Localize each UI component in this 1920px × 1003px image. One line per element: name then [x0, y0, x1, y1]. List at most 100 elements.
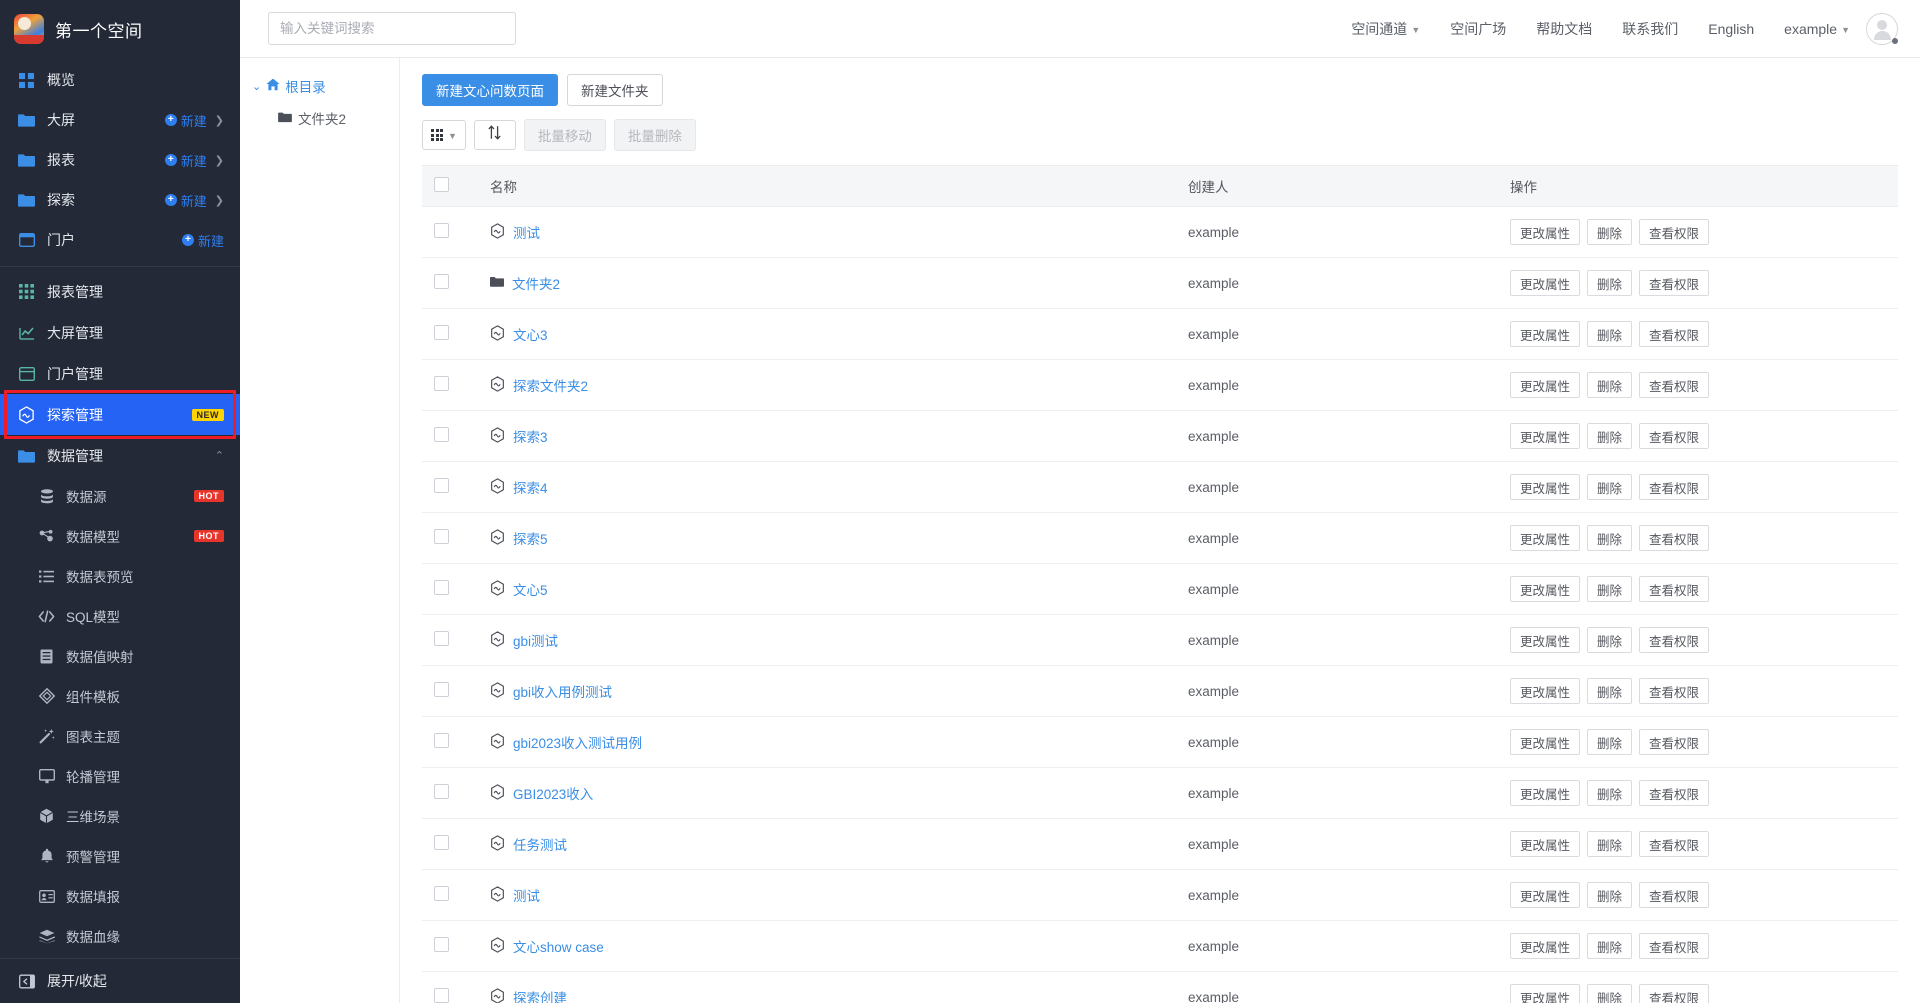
- view-permissions-button[interactable]: 查看权限: [1639, 270, 1710, 296]
- select-all-checkbox[interactable]: [434, 177, 449, 192]
- sidebar-subitem-valuemapping[interactable]: 数据值映射: [0, 636, 240, 676]
- sidebar-create-explore[interactable]: + 新建: [164, 191, 207, 210]
- change-properties-button[interactable]: 更改属性: [1510, 627, 1581, 653]
- sidebar-item-explore[interactable]: 探索 + 新建 ❯: [0, 180, 240, 220]
- resource-name-link[interactable]: gbi2023收入测试用例: [513, 732, 642, 752]
- view-permissions-button[interactable]: 查看权限: [1639, 321, 1710, 347]
- sidebar-item-bigscreen[interactable]: 大屏 + 新建 ❯: [0, 100, 240, 140]
- sidebar-item-portal[interactable]: 门户 + 新建: [0, 220, 240, 260]
- resource-name-link[interactable]: 探索5: [513, 528, 548, 548]
- sidebar-subitem-3dscene[interactable]: 三维场景: [0, 796, 240, 836]
- row-checkbox[interactable]: [434, 376, 449, 391]
- view-permissions-button[interactable]: 查看权限: [1639, 678, 1710, 704]
- resource-name-link[interactable]: 文心show case: [513, 936, 604, 956]
- create-wenxin-page-button[interactable]: 新建文心问数页面: [422, 74, 558, 106]
- delete-button[interactable]: 删除: [1587, 984, 1633, 1003]
- row-checkbox[interactable]: [434, 886, 449, 901]
- row-checkbox[interactable]: [434, 580, 449, 595]
- change-properties-button[interactable]: 更改属性: [1510, 882, 1581, 908]
- batch-delete-button[interactable]: 批量删除: [613, 119, 696, 151]
- delete-button[interactable]: 删除: [1587, 882, 1633, 908]
- change-properties-button[interactable]: 更改属性: [1510, 933, 1581, 959]
- delete-button[interactable]: 删除: [1587, 678, 1633, 704]
- delete-button[interactable]: 删除: [1587, 474, 1633, 500]
- delete-button[interactable]: 删除: [1587, 423, 1633, 449]
- sidebar-item-report[interactable]: 报表 + 新建 ❯: [0, 140, 240, 180]
- resource-name-link[interactable]: 探索创建: [513, 987, 567, 1003]
- view-permissions-button[interactable]: 查看权限: [1639, 984, 1710, 1003]
- view-permissions-button[interactable]: 查看权限: [1639, 831, 1710, 857]
- sidebar-subitem-datafilling[interactable]: 数据填报: [0, 876, 240, 916]
- resource-name-link[interactable]: GBI2023收入: [513, 783, 593, 803]
- view-permissions-button[interactable]: 查看权限: [1639, 219, 1710, 245]
- delete-button[interactable]: 删除: [1587, 627, 1633, 653]
- row-checkbox[interactable]: [434, 478, 449, 493]
- view-permissions-button[interactable]: 查看权限: [1639, 933, 1710, 959]
- sidebar-item-report-manage[interactable]: 报表管理: [0, 271, 240, 312]
- sidebar-group-data-manage[interactable]: 数据管理 ⌃: [0, 435, 240, 476]
- delete-button[interactable]: 删除: [1587, 219, 1633, 245]
- view-permissions-button[interactable]: 查看权限: [1639, 423, 1710, 449]
- sidebar-create-bigscreen[interactable]: + 新建: [164, 111, 207, 130]
- view-permissions-button[interactable]: 查看权限: [1639, 474, 1710, 500]
- topbar-link-contact-us[interactable]: 联系我们: [1622, 19, 1678, 39]
- change-properties-button[interactable]: 更改属性: [1510, 321, 1581, 347]
- row-checkbox[interactable]: [434, 835, 449, 850]
- resource-name-link[interactable]: 文心3: [513, 324, 548, 344]
- sidebar-subitem-alert[interactable]: 预警管理: [0, 836, 240, 876]
- sidebar-item-portal-manage[interactable]: 门户管理: [0, 353, 240, 394]
- change-properties-button[interactable]: 更改属性: [1510, 780, 1581, 806]
- search-input[interactable]: [280, 21, 504, 36]
- row-checkbox[interactable]: [434, 937, 449, 952]
- row-checkbox[interactable]: [434, 223, 449, 238]
- row-checkbox[interactable]: [434, 682, 449, 697]
- sidebar-subitem-datalineage[interactable]: 数据血缘: [0, 916, 240, 956]
- change-properties-button[interactable]: 更改属性: [1510, 372, 1581, 398]
- resource-name-link[interactable]: 测试: [513, 222, 540, 242]
- resource-name-link[interactable]: gbi收入用例测试: [513, 681, 612, 701]
- change-properties-button[interactable]: 更改属性: [1510, 729, 1581, 755]
- row-checkbox[interactable]: [434, 529, 449, 544]
- sidebar-toggle-collapse[interactable]: 展开/收起: [0, 959, 240, 1003]
- change-properties-button[interactable]: 更改属性: [1510, 474, 1581, 500]
- sidebar-subitem-carousel[interactable]: 轮播管理: [0, 756, 240, 796]
- row-checkbox[interactable]: [434, 427, 449, 442]
- view-permissions-button[interactable]: 查看权限: [1639, 372, 1710, 398]
- change-properties-button[interactable]: 更改属性: [1510, 423, 1581, 449]
- resource-name-link[interactable]: 文心5: [513, 579, 548, 599]
- sidebar-subitem-componenttemplate[interactable]: 组件模板: [0, 676, 240, 716]
- sidebar-subitem-sqlmodel[interactable]: SQL模型: [0, 596, 240, 636]
- delete-button[interactable]: 删除: [1587, 525, 1633, 551]
- resource-name-link[interactable]: gbi测试: [513, 630, 558, 650]
- resource-name-link[interactable]: 任务测试: [513, 834, 567, 854]
- sidebar-subitem-charttheme[interactable]: 图表主题: [0, 716, 240, 756]
- delete-button[interactable]: 删除: [1587, 321, 1633, 347]
- delete-button[interactable]: 删除: [1587, 831, 1633, 857]
- change-properties-button[interactable]: 更改属性: [1510, 831, 1581, 857]
- view-permissions-button[interactable]: 查看权限: [1639, 525, 1710, 551]
- delete-button[interactable]: 删除: [1587, 372, 1633, 398]
- row-checkbox[interactable]: [434, 733, 449, 748]
- chevron-down-icon[interactable]: ⌄: [252, 80, 261, 93]
- sidebar-subitem-datasource[interactable]: 数据源 HOT: [0, 476, 240, 516]
- view-permissions-button[interactable]: 查看权限: [1639, 627, 1710, 653]
- topbar-link-language[interactable]: English: [1708, 21, 1754, 37]
- row-checkbox[interactable]: [434, 274, 449, 289]
- view-permissions-button[interactable]: 查看权限: [1639, 729, 1710, 755]
- topbar-user-menu[interactable]: example ▼: [1784, 21, 1850, 37]
- sort-toggle-button[interactable]: [473, 120, 516, 150]
- topbar-link-space-square[interactable]: 空间广场: [1450, 19, 1506, 39]
- topbar-link-space-channel[interactable]: 空间通道 ▼: [1351, 19, 1420, 39]
- resource-name-link[interactable]: 文件夹2: [512, 273, 560, 293]
- change-properties-button[interactable]: 更改属性: [1510, 576, 1581, 602]
- topbar-link-help-doc[interactable]: 帮助文档: [1536, 19, 1592, 39]
- row-checkbox[interactable]: [434, 988, 449, 1003]
- user-avatar-icon[interactable]: [1866, 12, 1898, 45]
- brand[interactable]: 第一个空间: [0, 0, 240, 58]
- sidebar-subitem-datamodel[interactable]: 数据模型 HOT: [0, 516, 240, 556]
- view-permissions-button[interactable]: 查看权限: [1639, 780, 1710, 806]
- sidebar-create-portal[interactable]: + 新建: [181, 231, 224, 250]
- row-checkbox[interactable]: [434, 784, 449, 799]
- change-properties-button[interactable]: 更改属性: [1510, 525, 1581, 551]
- sidebar-item-overview[interactable]: 概览: [0, 60, 240, 100]
